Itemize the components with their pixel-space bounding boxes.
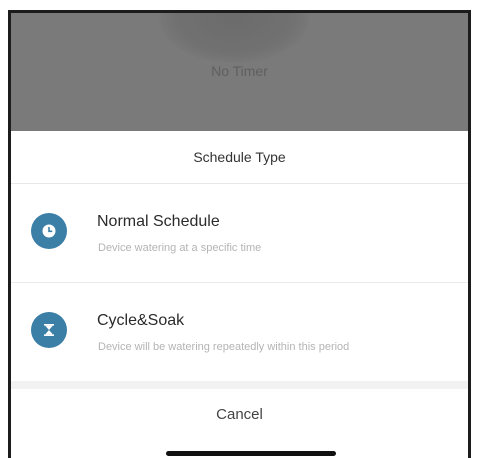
dimmed-background[interactable]: No Timer	[11, 13, 468, 131]
sheet-title: Schedule Type	[11, 131, 468, 184]
schedule-type-sheet: Schedule Type Normal Schedule Device wat…	[11, 131, 468, 458]
option-normal-schedule[interactable]: Normal Schedule Device watering at a spe…	[11, 184, 468, 283]
option-title: Normal Schedule	[97, 213, 220, 230]
home-indicator[interactable]	[166, 451, 336, 456]
option-subtitle: Device will be watering repeatedly withi…	[98, 341, 350, 353]
phone-screen: No Timer Schedule Type Normal Schedule D…	[8, 10, 471, 458]
plant-illustration	[159, 13, 309, 63]
option-subtitle: Device watering at a specific time	[98, 242, 262, 254]
clock-icon	[31, 213, 67, 249]
section-divider	[11, 381, 468, 389]
screenshot-frame: No Timer Schedule Type Normal Schedule D…	[0, 0, 479, 458]
option-cycle-soak[interactable]: Cycle&Soak Device will be watering repea…	[11, 283, 468, 381]
no-timer-label: No Timer	[211, 63, 268, 79]
option-title: Cycle&Soak	[97, 312, 185, 329]
cancel-button[interactable]: Cancel	[11, 389, 468, 441]
hourglass-icon	[31, 312, 67, 348]
